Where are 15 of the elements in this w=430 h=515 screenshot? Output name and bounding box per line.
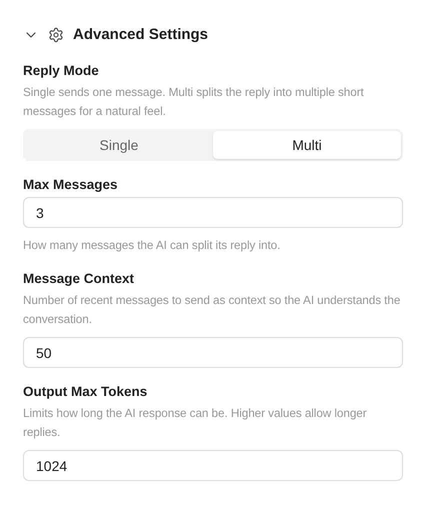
- number-input[interactable]: 3: [23, 197, 403, 228]
- field-description: Limits how long the AI response can be. Higher values allow longer replies.: [23, 405, 368, 441]
- field-description: Single sends one message. Multi splits the reply into multiple short messages for a natural feel.: [23, 84, 365, 120]
- field-label: Output Max Tokens: [23, 384, 148, 399]
- field-hint: How many messages the AI can split its reply into.: [23, 237, 282, 254]
- field-label: Reply Mode: [23, 63, 100, 78]
- segment-option[interactable]: Single: [25, 131, 213, 159]
- number-input[interactable]: 50: [23, 337, 403, 368]
- field-description: Number of recent messages to send as context so the AI understands the conversation.: [23, 292, 402, 328]
- field-label: Message Context: [23, 271, 136, 286]
- settings-icon: [48, 26, 64, 42]
- field-label: Max Messages: [23, 177, 119, 192]
- segment-option[interactable]: Multi: [213, 131, 401, 159]
- section-title: Advanced Settings: [73, 26, 208, 43]
- number-input[interactable]: 1024: [23, 450, 403, 481]
